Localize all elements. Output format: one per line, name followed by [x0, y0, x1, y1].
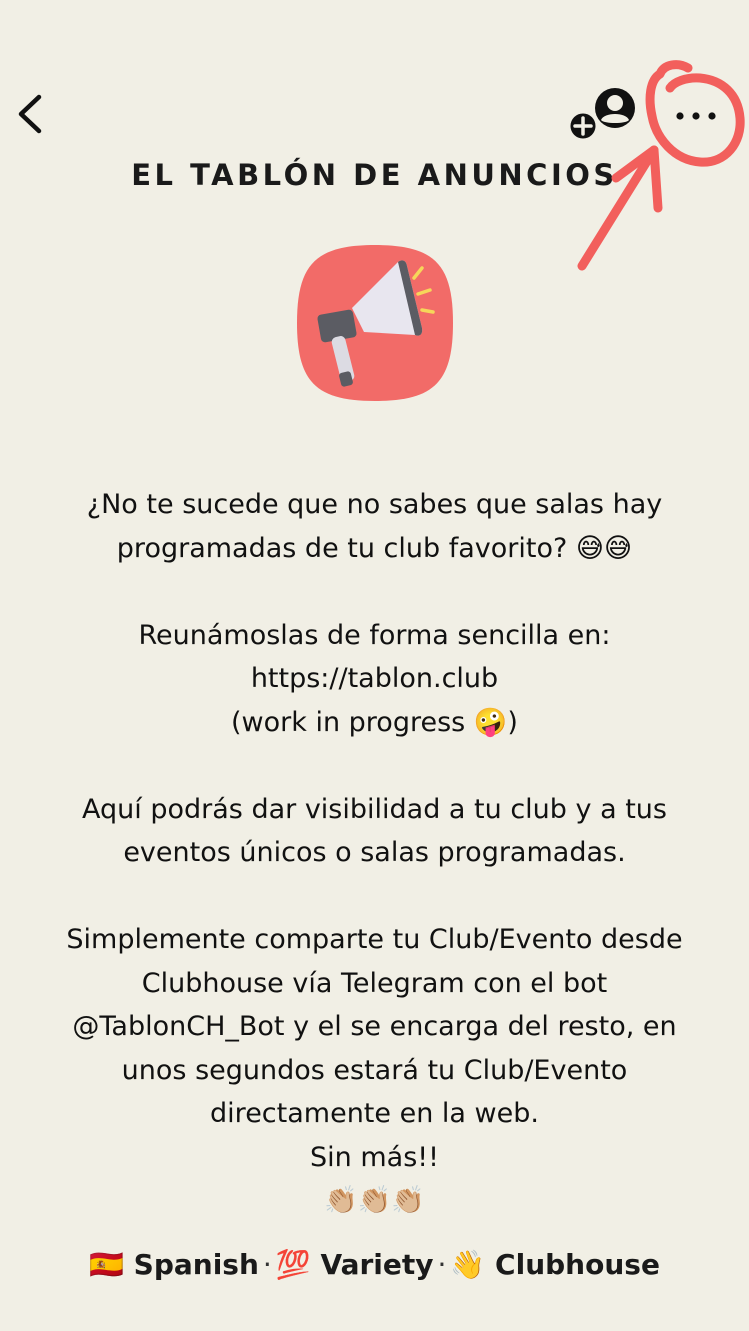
tag-label: Variety — [320, 1248, 434, 1281]
tag-separator: · — [437, 1248, 447, 1281]
tag-clubhouse[interactable]: 👋 Clubhouse — [450, 1248, 660, 1281]
tag-label: Clubhouse — [495, 1248, 660, 1281]
description-line: unos segundos estará tu Club/Evento — [121, 1054, 628, 1086]
description-link[interactable]: https://tablon.club — [20, 657, 729, 701]
tag-label: Spanish — [133, 1248, 259, 1281]
chevron-left-icon — [18, 94, 42, 134]
club-page: EL TABLÓN DE ANUNCIOS ¿No te sucede que … — [0, 0, 749, 1331]
megaphone-icon — [297, 245, 453, 401]
description-line: Reunámoslas de forma sencilla en: — [138, 619, 611, 651]
description-line: Simplemente comparte tu Club/Evento desd… — [66, 924, 683, 955]
description-line: ¿No te sucede que no sabes que salas hay — [86, 489, 663, 520]
add-person-icon — [567, 88, 635, 142]
description-line: eventos únicos o salas programadas. — [123, 837, 626, 868]
description-line: Sin más!! — [310, 1141, 439, 1173]
description-line: Aquí podrás dar visibilidad a tu club y … — [82, 793, 667, 825]
spain-flag-icon: 🇪🇸 — [89, 1248, 124, 1281]
back-button[interactable] — [10, 88, 50, 140]
description-line: directamente en la web. — [210, 1098, 539, 1129]
club-title: EL TABLÓN DE ANUNCIOS — [131, 158, 618, 192]
invite-member-button[interactable] — [566, 86, 642, 142]
description-line: Clubhouse vía Telegram con el bot — [141, 967, 608, 999]
more-dots-icon — [676, 112, 716, 120]
tag-variety[interactable]: 💯 Variety — [276, 1248, 434, 1281]
clapping-emoji: 👏🏼👏🏼👏🏼 — [324, 1185, 425, 1216]
more-options-button[interactable] — [666, 96, 724, 136]
topic-tags: 🇪🇸 Spanish · 💯 Variety · 👋 Clubhouse — [0, 1248, 749, 1281]
description-line: programadas de tu club favorito? 😅😅 — [116, 532, 633, 564]
description-line: @TablonCH_Bot y el se encarga del resto,… — [72, 1011, 677, 1042]
club-avatar — [294, 242, 456, 404]
tag-spanish[interactable]: 🇪🇸 Spanish — [89, 1248, 259, 1281]
waving-hand-icon: 👋 — [450, 1248, 486, 1281]
club-description: ¿No te sucede que no sabes que salas hay… — [20, 483, 729, 1223]
hundred-icon: 💯 — [275, 1248, 311, 1281]
description-line: (work in progress 🤪) — [231, 706, 518, 738]
tag-separator: · — [262, 1248, 272, 1281]
